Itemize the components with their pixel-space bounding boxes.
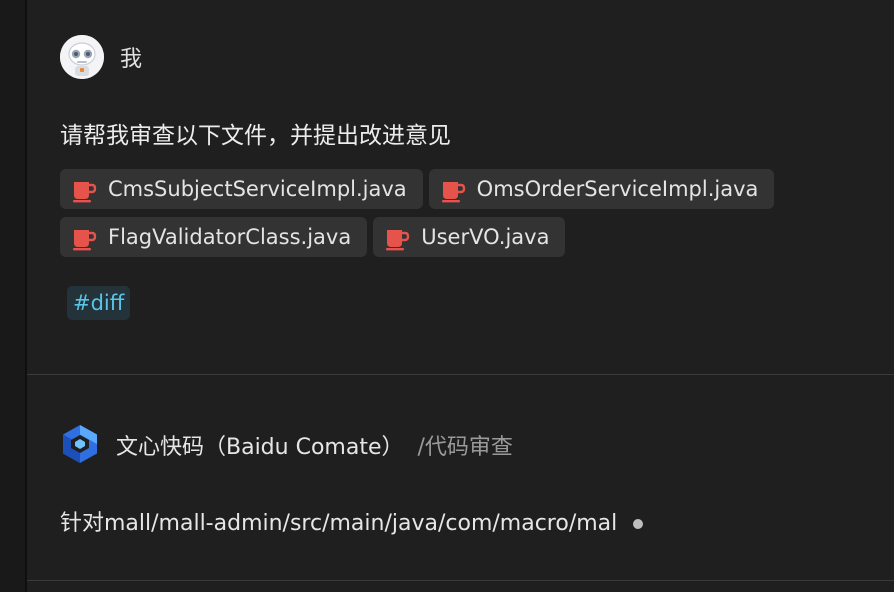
java-cup-icon: [441, 182, 465, 203]
bot-response-text: 针对mall/mall-admin/src/main/java/com/macr…: [60, 511, 618, 536]
file-chip-label: OmsOrderServiceImpl.java: [476, 177, 759, 201]
file-chip-user-vo[interactable]: UserVO.java: [373, 217, 566, 257]
prompt-text: 请帮我审查以下文件，并提出改进意见: [60, 123, 451, 149]
file-chip-flag-validator-class[interactable]: FlagValidatorClass.java: [60, 217, 368, 257]
java-cup-icon: [73, 230, 97, 251]
robot-avatar-icon: [60, 35, 104, 79]
bot-name-row: 文心快码（Baidu Comate） /代码审查: [116, 429, 513, 461]
typing-cursor: [633, 519, 644, 529]
file-chip-label: UserVO.java: [421, 225, 550, 249]
message-divider: [27, 374, 894, 375]
bot-command: /代码审查: [417, 435, 513, 460]
java-cup-icon: [73, 182, 97, 203]
bot-response-row: 针对mall/mall-admin/src/main/java/com/macr…: [60, 505, 644, 537]
user-avatar: [60, 35, 104, 79]
file-chip-oms-order-service-impl[interactable]: OmsOrderServiceImpl.java: [428, 169, 775, 209]
bottom-divider: [27, 580, 894, 581]
file-chip-label: CmsSubjectServiceImpl.java: [108, 177, 407, 201]
file-chip-cms-subject-service-impl[interactable]: CmsSubjectServiceImpl.java: [60, 169, 423, 209]
java-cup-icon: [386, 230, 410, 251]
bot-name: 文心快码（Baidu Comate）: [116, 435, 404, 460]
comate-logo-icon: [63, 425, 97, 463]
diff-tag[interactable]: #diff: [67, 286, 131, 320]
left-gutter: [0, 0, 27, 592]
file-attachments: CmsSubjectServiceImpl.java OmsOrderServi…: [60, 169, 840, 265]
file-chip-label: FlagValidatorClass.java: [108, 225, 352, 249]
username: 我: [120, 47, 143, 72]
